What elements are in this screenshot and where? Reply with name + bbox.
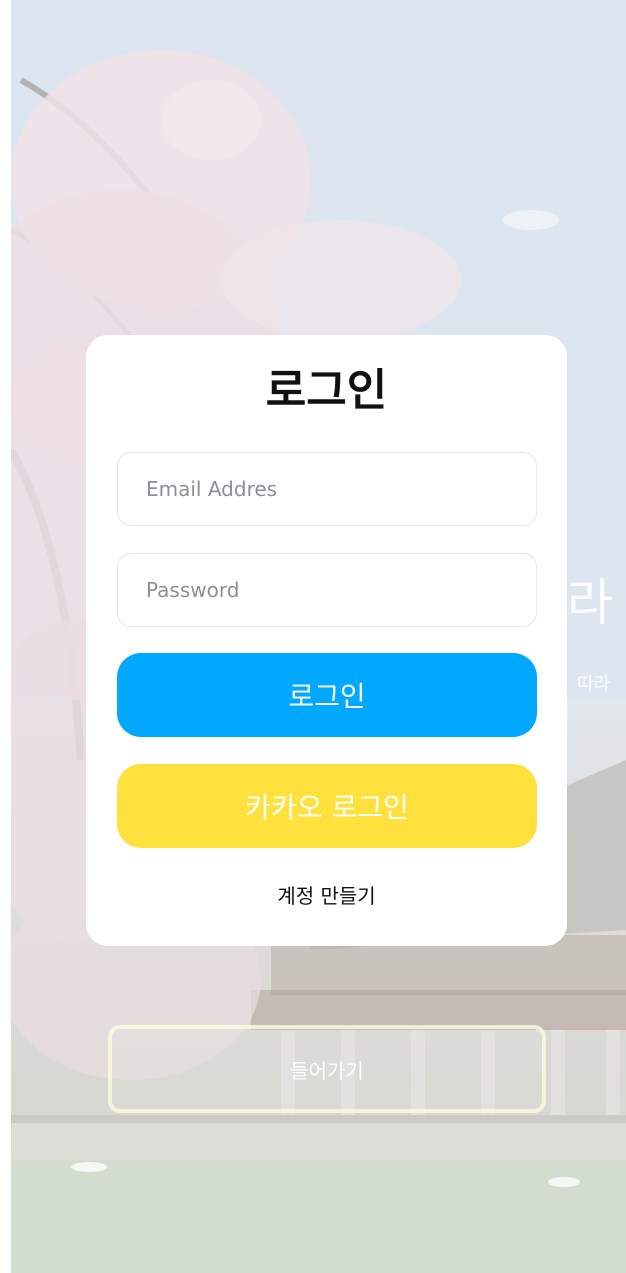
hero-title: 라 <box>567 574 613 632</box>
email-field[interactable] <box>117 452 537 526</box>
login-button[interactable]: 로그인 <box>117 653 537 737</box>
hero-subtitle: 따라 <box>577 674 611 695</box>
enter-button[interactable]: 들어가기 <box>108 1025 546 1113</box>
login-title: 로그인 <box>265 365 388 416</box>
password-field[interactable] <box>117 553 537 627</box>
login-card: 로그인 로그인 카카오 로그인 계정 만들기 <box>86 335 567 946</box>
kakao-login-button[interactable]: 카카오 로그인 <box>117 764 537 848</box>
create-account-link[interactable]: 계정 만들기 <box>86 880 567 909</box>
login-screen: 라 따라 로그인 로그인 카카오 로그인 계정 만들기 들어가기 <box>11 0 626 1273</box>
